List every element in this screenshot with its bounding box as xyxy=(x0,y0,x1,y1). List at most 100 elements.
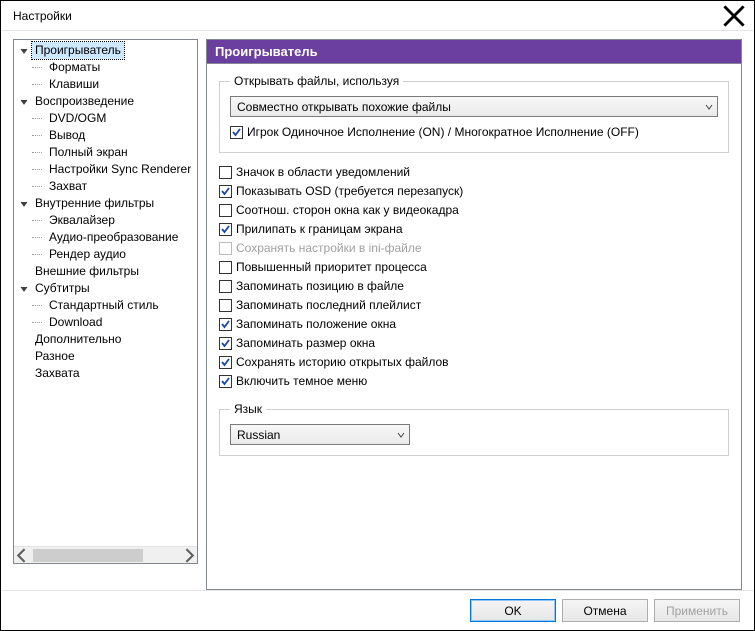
option-label: Повышенный приоритет процесса xyxy=(236,260,427,274)
option-checkbox xyxy=(219,242,232,255)
tree-item-label: Дополнительно xyxy=(32,331,124,348)
option-row[interactable]: Повышенный приоритет процесса xyxy=(219,258,729,276)
tree-item[interactable]: Рендер аудио xyxy=(18,246,197,263)
settings-panel: Открывать файлы, используя Совместно отк… xyxy=(206,64,742,590)
tree-item-label: Вывод xyxy=(46,127,88,144)
horizontal-scrollbar[interactable] xyxy=(14,546,197,563)
tree-item-label: Внутренние фильтры xyxy=(32,195,157,212)
open-files-group: Открывать файлы, используя Совместно отк… xyxy=(219,74,729,153)
tree-item-label: Захват xyxy=(46,178,90,195)
option-row[interactable]: Запоминать позицию в файле xyxy=(219,277,729,295)
tree-item-label: Разное xyxy=(32,348,78,365)
expand-icon[interactable] xyxy=(18,283,30,295)
dialog-footer: OK Отмена Применить xyxy=(1,590,754,630)
option-row[interactable]: Значок в области уведомлений xyxy=(219,163,729,181)
cancel-button[interactable]: Отмена xyxy=(562,599,648,622)
main-panel: Проигрыватель Открывать файлы, используя… xyxy=(206,39,742,590)
expand-icon[interactable] xyxy=(18,198,30,210)
tree-item-label: Внешние фильтры xyxy=(32,263,142,280)
tree-item[interactable]: Настройки Sync Renderer xyxy=(18,161,197,178)
tree-item-label: Форматы xyxy=(46,59,103,76)
option-row[interactable]: Включить темное меню xyxy=(219,372,729,390)
titlebar: Настройки xyxy=(1,1,754,31)
chevron-down-icon xyxy=(705,103,713,111)
close-icon[interactable] xyxy=(722,4,746,28)
tree-item[interactable]: Стандартный стиль xyxy=(18,297,197,314)
tree-item-label: Эквалайзер xyxy=(46,212,118,229)
option-checkbox[interactable] xyxy=(219,299,232,312)
single-instance-option[interactable]: Игрок Одиночное Исполнение (ON) / Многок… xyxy=(230,123,718,141)
language-value: Russian xyxy=(237,428,280,442)
single-instance-label: Игрок Одиночное Исполнение (ON) / Многок… xyxy=(247,125,639,139)
option-checkbox[interactable] xyxy=(219,261,232,274)
option-label: Показывать OSD (требуется перезапуск) xyxy=(236,184,463,198)
option-label: Запоминать положение окна xyxy=(236,317,396,331)
window-title: Настройки xyxy=(13,9,72,23)
player-options: Значок в области уведомлений Показывать O… xyxy=(219,163,729,390)
apply-button: Применить xyxy=(654,599,740,622)
option-checkbox[interactable] xyxy=(219,223,232,236)
option-label: Запоминать позицию в файле xyxy=(236,279,404,293)
tree-item[interactable]: Эквалайзер xyxy=(18,212,197,229)
option-checkbox[interactable] xyxy=(219,280,232,293)
option-row[interactable]: Сохранять историю открытых файлов xyxy=(219,353,729,371)
option-row[interactable]: Запоминать положение окна xyxy=(219,315,729,333)
expand-icon[interactable] xyxy=(18,45,30,57)
option-checkbox[interactable] xyxy=(219,356,232,369)
scroll-right-icon[interactable] xyxy=(180,547,197,563)
tree-item-label: Аудио-преобразование xyxy=(46,229,181,246)
content-area: ПроигрывательФорматыКлавишиВоспроизведен… xyxy=(1,31,754,590)
tree-item-label: Захвата xyxy=(32,365,83,382)
option-row[interactable]: Соотнош. сторон окна как у видеокадра xyxy=(219,201,729,219)
tree-item[interactable]: Захват xyxy=(18,178,197,195)
scroll-track[interactable] xyxy=(31,547,180,563)
tree-item[interactable]: Клавиши xyxy=(18,76,197,93)
tree-item-label: Воспроизведение xyxy=(32,93,137,110)
option-checkbox[interactable] xyxy=(219,204,232,217)
tree-item[interactable]: Внутренние фильтры xyxy=(18,195,197,212)
option-row[interactable]: Показывать OSD (требуется перезапуск) xyxy=(219,182,729,200)
open-mode-value: Совместно открывать похожие файлы xyxy=(237,100,451,114)
option-label: Значок в области уведомлений xyxy=(236,165,410,179)
scroll-left-icon[interactable] xyxy=(14,547,31,563)
scroll-thumb[interactable] xyxy=(33,549,143,562)
option-checkbox[interactable] xyxy=(219,166,232,179)
option-checkbox[interactable] xyxy=(219,375,232,388)
option-row[interactable]: Запоминать размер окна xyxy=(219,334,729,352)
tree-item[interactable]: Аудио-преобразование xyxy=(18,229,197,246)
tree-item-label: Полный экран xyxy=(46,144,131,161)
chevron-down-icon xyxy=(397,431,405,439)
tree-item[interactable]: Воспроизведение xyxy=(18,93,197,110)
option-row[interactable]: Запоминать последний плейлист xyxy=(219,296,729,314)
option-checkbox[interactable] xyxy=(219,337,232,350)
option-checkbox[interactable] xyxy=(219,185,232,198)
tree-item[interactable]: Субтитры xyxy=(18,280,197,297)
nav-tree-panel: ПроигрывательФорматыКлавишиВоспроизведен… xyxy=(13,39,198,564)
single-instance-checkbox[interactable] xyxy=(230,126,243,139)
option-label: Включить темное меню xyxy=(236,374,367,388)
nav-tree[interactable]: ПроигрывательФорматыКлавишиВоспроизведен… xyxy=(14,40,197,546)
tree-item-label: DVD/OGM xyxy=(46,110,109,127)
tree-item[interactable]: Вывод xyxy=(18,127,197,144)
tree-item[interactable]: Захвата xyxy=(18,365,197,382)
option-label: Сохранять историю открытых файлов xyxy=(236,355,449,369)
tree-item[interactable]: Полный экран xyxy=(18,144,197,161)
tree-item[interactable]: Дополнительно xyxy=(18,331,197,348)
tree-item[interactable]: Внешние фильтры xyxy=(18,263,197,280)
language-dropdown[interactable]: Russian xyxy=(230,424,410,445)
tree-item[interactable]: Download xyxy=(18,314,197,331)
tree-item[interactable]: DVD/OGM xyxy=(18,110,197,127)
expand-icon[interactable] xyxy=(18,96,30,108)
option-label: Запоминать размер окна xyxy=(236,336,375,350)
tree-item-label: Клавиши xyxy=(46,76,102,93)
option-row[interactable]: Прилипать к границам экрана xyxy=(219,220,729,238)
option-checkbox[interactable] xyxy=(219,318,232,331)
tree-item[interactable]: Форматы xyxy=(18,59,197,76)
tree-item-label: Download xyxy=(46,314,105,331)
ok-button[interactable]: OK xyxy=(470,599,556,622)
tree-item[interactable]: Разное xyxy=(18,348,197,365)
tree-item-label: Субтитры xyxy=(32,280,93,297)
tree-item[interactable]: Проигрыватель xyxy=(18,42,197,59)
option-label: Прилипать к границам экрана xyxy=(236,222,403,236)
open-mode-dropdown[interactable]: Совместно открывать похожие файлы xyxy=(230,96,718,117)
